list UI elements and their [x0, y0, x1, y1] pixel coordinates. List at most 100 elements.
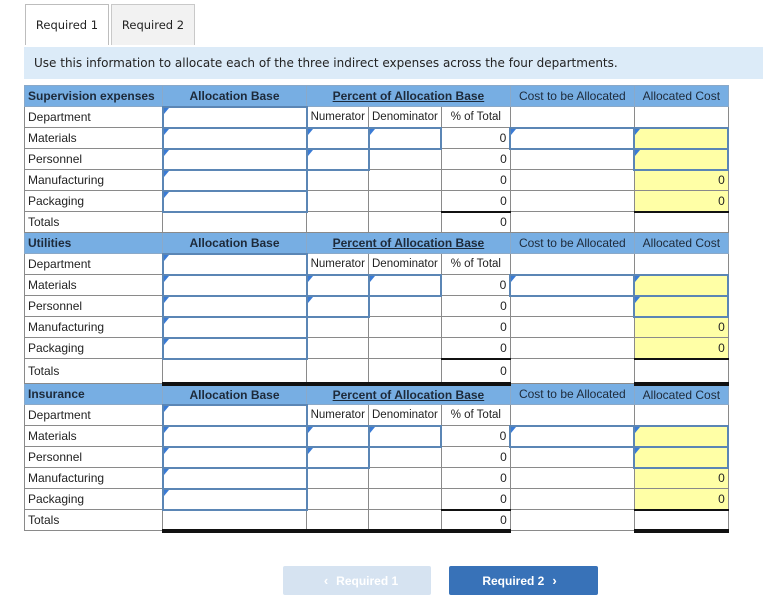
tab-required-2[interactable]: Required 2: [111, 4, 195, 45]
col-allocated-cost: Allocated Cost: [633, 85, 729, 107]
section-title: Utilities: [24, 232, 163, 254]
cost-to-allocate-cell: [509, 190, 635, 212]
pct-total-value: 0: [440, 148, 511, 170]
allocation-base-input[interactable]: [161, 168, 308, 192]
table-row: Materials 0: [24, 273, 730, 297]
allocated-cost-input[interactable]: [633, 424, 730, 448]
table-row: Manufacturing 0 0: [24, 168, 729, 192]
numerator-input[interactable]: [305, 424, 370, 448]
department-row: Department Numerator Denominator% of Total: [24, 105, 729, 129]
department-name: Packaging: [24, 190, 163, 212]
cost-to-allocate-cell: [509, 488, 635, 510]
denominator-cell: [368, 337, 442, 359]
allocated-cost-input[interactable]: [633, 445, 730, 469]
percent-header-label: Percent of Allocation Base: [332, 387, 485, 402]
pct-total-header: % of Total: [440, 404, 511, 426]
pct-total-value: 0: [440, 337, 511, 359]
allocated-cost-value: 0: [633, 169, 729, 191]
tab-required-1[interactable]: Required 1: [25, 4, 109, 45]
allocation-base-name-input[interactable]: [161, 105, 308, 129]
allocated-cost-input[interactable]: [633, 273, 730, 297]
allocation-base-name-input[interactable]: [161, 403, 308, 427]
allocated-cost-input[interactable]: [633, 126, 730, 150]
department-label: Department: [24, 404, 163, 426]
allocated-cost-input[interactable]: [633, 147, 730, 171]
numerator-input[interactable]: [305, 294, 370, 318]
cost-to-allocate-input[interactable]: [509, 273, 636, 297]
totals-label: Totals: [24, 358, 163, 384]
cost-to-allocate-cell: [509, 337, 635, 359]
totals-row: Totals 0: [24, 508, 729, 533]
table-row: Materials 0: [24, 424, 730, 448]
department-row: Department Numerator Denominator% of Total: [24, 252, 729, 276]
allocation-base-name-input[interactable]: [161, 252, 308, 276]
denominator-cell: [368, 467, 442, 489]
denominator-cell: [368, 190, 442, 212]
department-name: Personnel: [24, 148, 163, 170]
denominator-input[interactable]: [367, 273, 443, 297]
allocation-base-input[interactable]: [161, 487, 308, 511]
table-row: Personnel 0: [24, 294, 730, 318]
prev-required-1-button[interactable]: ‹ Required 1: [283, 566, 431, 595]
pct-total-value: 0: [440, 316, 511, 338]
allocation-base-input[interactable]: [161, 445, 308, 469]
allocation-base-input[interactable]: [161, 189, 308, 213]
numerator-cell: [306, 337, 369, 359]
next-required-2-button[interactable]: Required 2 ›: [449, 566, 598, 595]
department-label: Department: [24, 106, 163, 128]
pct-total-sum: 0: [440, 210, 511, 233]
numerator-header: Numerator: [306, 106, 369, 128]
allocated-cost-value: 0: [633, 337, 729, 359]
percent-header-label: Percent of Allocation Base: [332, 236, 485, 250]
denominator-total: [368, 211, 442, 233]
chevron-right-icon: ›: [552, 573, 557, 588]
empty-cell: [509, 106, 635, 128]
allocated-cost-value: 0: [633, 190, 729, 212]
table-row: Packaging 0 0: [24, 487, 729, 511]
department-name: Materials: [24, 425, 163, 447]
section-header-row: Utilities Allocation Base Percent of Alloc…: [24, 232, 729, 254]
allocation-base-input[interactable]: [161, 315, 308, 339]
denominator-input[interactable]: [367, 126, 443, 150]
table-row: Personnel 0: [24, 147, 730, 171]
numerator-input[interactable]: [305, 126, 370, 150]
tab-bar: Required 1 Required 2: [25, 4, 195, 46]
numerator-total: [306, 358, 369, 386]
pct-total-value: 0: [440, 295, 511, 317]
pct-total-value: 0: [440, 190, 511, 212]
allocation-base-total: [162, 210, 307, 233]
department-name: Manufacturing: [24, 467, 163, 489]
department-name: Manufacturing: [24, 169, 163, 191]
allocation-base-input[interactable]: [161, 424, 308, 448]
allocated-cost-input[interactable]: [633, 294, 730, 318]
allocation-base-total: [162, 357, 307, 386]
denominator-input[interactable]: [367, 424, 443, 448]
allocation-base-input[interactable]: [161, 336, 308, 360]
allocation-base-input[interactable]: [161, 273, 308, 297]
cost-to-allocate-input[interactable]: [509, 424, 636, 448]
table-row: Manufacturing 0 0: [24, 315, 729, 339]
denominator-cell: [368, 316, 442, 338]
allocation-base-input[interactable]: [161, 126, 308, 150]
allocation-base-total: [162, 508, 307, 533]
allocated-cost-value: 0: [633, 316, 729, 338]
allocation-base-input[interactable]: [161, 147, 308, 171]
numerator-input[interactable]: [305, 445, 370, 469]
denominator-cell: [368, 488, 442, 510]
allocation-base-input[interactable]: [161, 294, 308, 318]
numerator-input[interactable]: [305, 273, 370, 297]
denominator-header: Denominator: [368, 404, 442, 426]
department-name: Personnel: [24, 446, 163, 468]
allocation-base-input[interactable]: [161, 466, 308, 490]
cost-to-allocate-input[interactable]: [509, 126, 636, 150]
table-row: Personnel 0: [24, 445, 730, 469]
department-row: Department Numerator Denominator% of Total: [24, 403, 729, 427]
allocation-table: Supervision expenses Allocation Base Perce…: [24, 85, 730, 533]
department-name: Packaging: [24, 488, 163, 510]
instruction-banner: Use this information to allocate each of…: [24, 47, 763, 79]
next-button-label: Required 2: [482, 573, 545, 588]
cost-to-allocate-cell: [509, 467, 635, 489]
denominator-cell: [368, 446, 442, 468]
numerator-cell: [306, 488, 369, 510]
numerator-input[interactable]: [305, 147, 370, 171]
